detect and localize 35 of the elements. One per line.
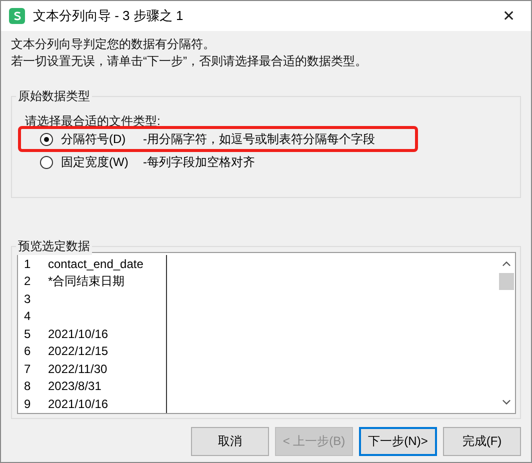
option-description: -用分隔字符，如逗号或制表符分隔每个字段 <box>143 130 375 148</box>
preview-cell: 2021/10/16 <box>48 326 108 341</box>
option-label[interactable]: 分隔符号(D) <box>61 130 143 148</box>
preview-cell: 2021/10/16 <box>48 396 108 411</box>
row-number: 9 <box>23 396 32 411</box>
scroll-thumb[interactable] <box>499 273 514 290</box>
row-number: 8 <box>23 379 32 394</box>
row-number: 3 <box>23 292 32 306</box>
preview-cell: contact_end_date <box>48 256 144 271</box>
preview-cell: 2023/8/31 <box>48 379 102 394</box>
preview-cell: *合同结束日期 <box>48 272 125 290</box>
row-number: 5 <box>23 326 32 341</box>
dialog-button[interactable]: 取消 <box>191 427 269 456</box>
radio-button[interactable] <box>40 132 53 146</box>
row-number: 7 <box>23 362 32 376</box>
scroll-down-icon[interactable] <box>502 399 511 405</box>
close-button[interactable]: ✕ <box>487 1 531 31</box>
option-description: -每列字段加空格对齐 <box>143 154 255 170</box>
group-title: 原始数据类型 <box>16 88 92 105</box>
row-number: 6 <box>23 344 32 358</box>
intro-text: 若一切设置无误，请单击“下一步”，否则请选择最合适的数据类型。 <box>11 53 368 70</box>
group-title: 预览选定数据 <box>16 238 92 255</box>
row-number: 2 <box>23 274 32 288</box>
dialog-button[interactable]: 完成(F) <box>443 427 521 456</box>
radio-button[interactable] <box>40 156 53 168</box>
row-number: 1 <box>23 256 32 271</box>
row-number: 4 <box>23 309 32 324</box>
preview-cell: 2022/11/30 <box>48 362 108 376</box>
option-label[interactable]: 固定宽度(W) <box>61 154 143 170</box>
window-title: 文本分列向导 - 3 步骤之 1 <box>33 7 184 25</box>
dialog-button[interactable]: 下一步(N)> <box>359 427 437 456</box>
preview-cell: 2022/12/15 <box>48 344 108 358</box>
intro-text: 文本分列向导判定您的数据有分隔符。 <box>11 36 216 53</box>
scroll-up-icon[interactable] <box>502 261 511 267</box>
app-icon <box>9 8 25 24</box>
